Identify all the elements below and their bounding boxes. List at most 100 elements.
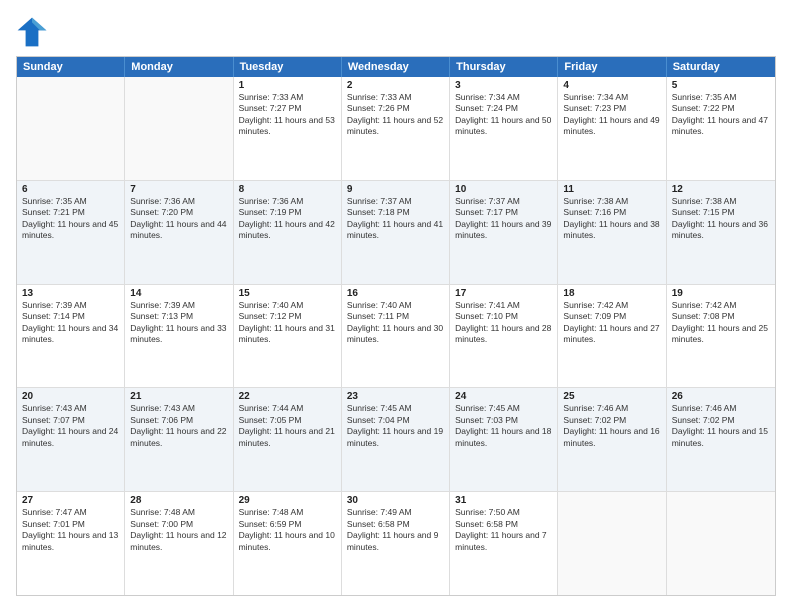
calendar-cell: 26Sunrise: 7:46 AMSunset: 7:02 PMDayligh… xyxy=(667,388,775,491)
calendar-cell: 6Sunrise: 7:35 AMSunset: 7:21 PMDaylight… xyxy=(17,181,125,284)
day-info: Sunrise: 7:37 AMSunset: 7:18 PMDaylight:… xyxy=(347,196,444,242)
logo-icon xyxy=(16,16,48,48)
header-day-friday: Friday xyxy=(558,57,666,77)
calendar-cell: 11Sunrise: 7:38 AMSunset: 7:16 PMDayligh… xyxy=(558,181,666,284)
day-info: Sunrise: 7:48 AMSunset: 6:59 PMDaylight:… xyxy=(239,507,336,553)
day-info: Sunrise: 7:35 AMSunset: 7:22 PMDaylight:… xyxy=(672,92,770,138)
day-number: 18 xyxy=(563,288,660,299)
calendar-cell: 30Sunrise: 7:49 AMSunset: 6:58 PMDayligh… xyxy=(342,492,450,595)
calendar-cell: 17Sunrise: 7:41 AMSunset: 7:10 PMDayligh… xyxy=(450,285,558,388)
day-info: Sunrise: 7:38 AMSunset: 7:16 PMDaylight:… xyxy=(563,196,660,242)
day-number: 14 xyxy=(130,288,227,299)
calendar-cell: 15Sunrise: 7:40 AMSunset: 7:12 PMDayligh… xyxy=(234,285,342,388)
calendar-cell: 18Sunrise: 7:42 AMSunset: 7:09 PMDayligh… xyxy=(558,285,666,388)
day-info: Sunrise: 7:43 AMSunset: 7:06 PMDaylight:… xyxy=(130,403,227,449)
day-number: 1 xyxy=(239,80,336,91)
header-day-tuesday: Tuesday xyxy=(234,57,342,77)
day-number: 6 xyxy=(22,184,119,195)
calendar-cell: 29Sunrise: 7:48 AMSunset: 6:59 PMDayligh… xyxy=(234,492,342,595)
day-number: 15 xyxy=(239,288,336,299)
calendar-cell xyxy=(17,77,125,180)
calendar-cell: 25Sunrise: 7:46 AMSunset: 7:02 PMDayligh… xyxy=(558,388,666,491)
day-number: 5 xyxy=(672,80,770,91)
day-number: 26 xyxy=(672,391,770,402)
calendar-header: SundayMondayTuesdayWednesdayThursdayFrid… xyxy=(17,57,775,77)
day-info: Sunrise: 7:38 AMSunset: 7:15 PMDaylight:… xyxy=(672,196,770,242)
day-number: 20 xyxy=(22,391,119,402)
calendar-cell: 9Sunrise: 7:37 AMSunset: 7:18 PMDaylight… xyxy=(342,181,450,284)
logo xyxy=(16,16,52,48)
calendar-cell: 1Sunrise: 7:33 AMSunset: 7:27 PMDaylight… xyxy=(234,77,342,180)
day-number: 7 xyxy=(130,184,227,195)
page: SundayMondayTuesdayWednesdayThursdayFrid… xyxy=(0,0,792,612)
day-info: Sunrise: 7:35 AMSunset: 7:21 PMDaylight:… xyxy=(22,196,119,242)
day-info: Sunrise: 7:33 AMSunset: 7:26 PMDaylight:… xyxy=(347,92,444,138)
day-number: 16 xyxy=(347,288,444,299)
calendar-cell: 5Sunrise: 7:35 AMSunset: 7:22 PMDaylight… xyxy=(667,77,775,180)
header xyxy=(16,16,776,48)
calendar-row: 13Sunrise: 7:39 AMSunset: 7:14 PMDayligh… xyxy=(17,284,775,388)
day-number: 12 xyxy=(672,184,770,195)
day-number: 11 xyxy=(563,184,660,195)
calendar-cell xyxy=(667,492,775,595)
day-info: Sunrise: 7:43 AMSunset: 7:07 PMDaylight:… xyxy=(22,403,119,449)
header-day-wednesday: Wednesday xyxy=(342,57,450,77)
day-info: Sunrise: 7:34 AMSunset: 7:23 PMDaylight:… xyxy=(563,92,660,138)
day-info: Sunrise: 7:44 AMSunset: 7:05 PMDaylight:… xyxy=(239,403,336,449)
day-number: 27 xyxy=(22,495,119,506)
day-info: Sunrise: 7:50 AMSunset: 6:58 PMDaylight:… xyxy=(455,507,552,553)
day-info: Sunrise: 7:39 AMSunset: 7:14 PMDaylight:… xyxy=(22,300,119,346)
day-info: Sunrise: 7:33 AMSunset: 7:27 PMDaylight:… xyxy=(239,92,336,138)
day-info: Sunrise: 7:46 AMSunset: 7:02 PMDaylight:… xyxy=(672,403,770,449)
day-number: 22 xyxy=(239,391,336,402)
day-info: Sunrise: 7:36 AMSunset: 7:20 PMDaylight:… xyxy=(130,196,227,242)
day-info: Sunrise: 7:46 AMSunset: 7:02 PMDaylight:… xyxy=(563,403,660,449)
calendar-cell: 31Sunrise: 7:50 AMSunset: 6:58 PMDayligh… xyxy=(450,492,558,595)
day-info: Sunrise: 7:40 AMSunset: 7:11 PMDaylight:… xyxy=(347,300,444,346)
day-number: 31 xyxy=(455,495,552,506)
day-number: 8 xyxy=(239,184,336,195)
calendar-row: 6Sunrise: 7:35 AMSunset: 7:21 PMDaylight… xyxy=(17,180,775,284)
header-day-monday: Monday xyxy=(125,57,233,77)
calendar-cell: 23Sunrise: 7:45 AMSunset: 7:04 PMDayligh… xyxy=(342,388,450,491)
day-number: 9 xyxy=(347,184,444,195)
header-day-thursday: Thursday xyxy=(450,57,558,77)
day-number: 4 xyxy=(563,80,660,91)
calendar-row: 20Sunrise: 7:43 AMSunset: 7:07 PMDayligh… xyxy=(17,387,775,491)
calendar-cell: 28Sunrise: 7:48 AMSunset: 7:00 PMDayligh… xyxy=(125,492,233,595)
day-info: Sunrise: 7:45 AMSunset: 7:03 PMDaylight:… xyxy=(455,403,552,449)
calendar-body: 1Sunrise: 7:33 AMSunset: 7:27 PMDaylight… xyxy=(17,77,775,595)
calendar-cell: 4Sunrise: 7:34 AMSunset: 7:23 PMDaylight… xyxy=(558,77,666,180)
day-info: Sunrise: 7:47 AMSunset: 7:01 PMDaylight:… xyxy=(22,507,119,553)
day-number: 24 xyxy=(455,391,552,402)
header-day-saturday: Saturday xyxy=(667,57,775,77)
day-number: 17 xyxy=(455,288,552,299)
day-number: 23 xyxy=(347,391,444,402)
calendar-cell: 24Sunrise: 7:45 AMSunset: 7:03 PMDayligh… xyxy=(450,388,558,491)
day-info: Sunrise: 7:37 AMSunset: 7:17 PMDaylight:… xyxy=(455,196,552,242)
calendar-cell: 8Sunrise: 7:36 AMSunset: 7:19 PMDaylight… xyxy=(234,181,342,284)
calendar-cell: 14Sunrise: 7:39 AMSunset: 7:13 PMDayligh… xyxy=(125,285,233,388)
day-info: Sunrise: 7:41 AMSunset: 7:10 PMDaylight:… xyxy=(455,300,552,346)
calendar-cell: 13Sunrise: 7:39 AMSunset: 7:14 PMDayligh… xyxy=(17,285,125,388)
calendar-cell: 22Sunrise: 7:44 AMSunset: 7:05 PMDayligh… xyxy=(234,388,342,491)
header-day-sunday: Sunday xyxy=(17,57,125,77)
calendar-cell: 27Sunrise: 7:47 AMSunset: 7:01 PMDayligh… xyxy=(17,492,125,595)
day-info: Sunrise: 7:42 AMSunset: 7:09 PMDaylight:… xyxy=(563,300,660,346)
calendar-cell: 20Sunrise: 7:43 AMSunset: 7:07 PMDayligh… xyxy=(17,388,125,491)
calendar-cell: 12Sunrise: 7:38 AMSunset: 7:15 PMDayligh… xyxy=(667,181,775,284)
calendar: SundayMondayTuesdayWednesdayThursdayFrid… xyxy=(16,56,776,596)
day-number: 29 xyxy=(239,495,336,506)
day-info: Sunrise: 7:36 AMSunset: 7:19 PMDaylight:… xyxy=(239,196,336,242)
day-number: 13 xyxy=(22,288,119,299)
day-number: 19 xyxy=(672,288,770,299)
day-info: Sunrise: 7:42 AMSunset: 7:08 PMDaylight:… xyxy=(672,300,770,346)
calendar-cell: 16Sunrise: 7:40 AMSunset: 7:11 PMDayligh… xyxy=(342,285,450,388)
day-number: 3 xyxy=(455,80,552,91)
day-number: 10 xyxy=(455,184,552,195)
day-info: Sunrise: 7:49 AMSunset: 6:58 PMDaylight:… xyxy=(347,507,444,553)
day-info: Sunrise: 7:45 AMSunset: 7:04 PMDaylight:… xyxy=(347,403,444,449)
calendar-cell: 7Sunrise: 7:36 AMSunset: 7:20 PMDaylight… xyxy=(125,181,233,284)
day-number: 25 xyxy=(563,391,660,402)
calendar-cell: 10Sunrise: 7:37 AMSunset: 7:17 PMDayligh… xyxy=(450,181,558,284)
